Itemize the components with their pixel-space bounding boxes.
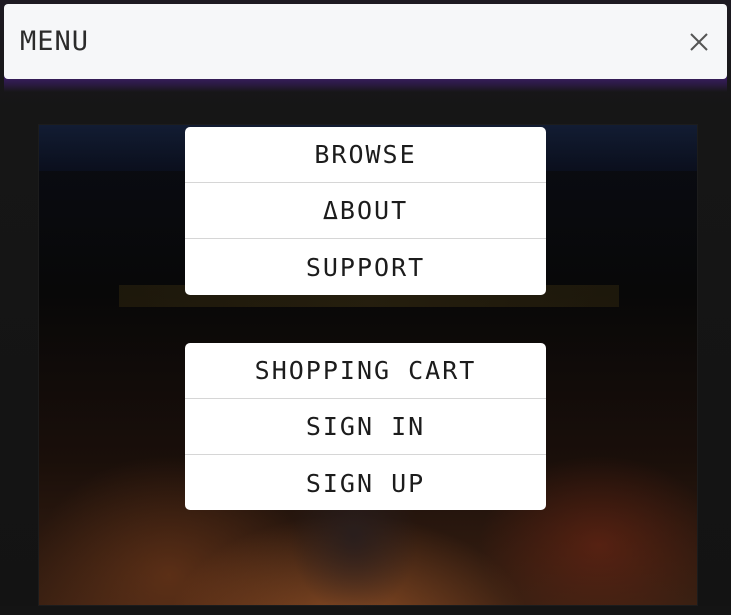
menu-header: MENU [4,4,727,79]
close-button[interactable] [685,28,713,56]
menu-item-support[interactable]: SUPPORT [185,239,546,295]
account-menu-group: SHOPPING CART SIGN IN SIGN UP [185,343,546,510]
close-icon [690,32,708,51]
menu-item-sign-up[interactable]: SIGN UP [185,455,546,510]
nav-menu-group: BROWSE ΔBOUT SUPPORT [185,127,546,295]
menu-item-sign-in[interactable]: SIGN IN [185,399,546,455]
background-page [0,0,731,615]
menu-title: MENU [20,26,90,57]
menu-item-browse[interactable]: BROWSE [185,127,546,183]
menu-item-about[interactable]: ΔBOUT [185,183,546,239]
menu-item-shopping-cart[interactable]: SHOPPING CART [185,343,546,399]
